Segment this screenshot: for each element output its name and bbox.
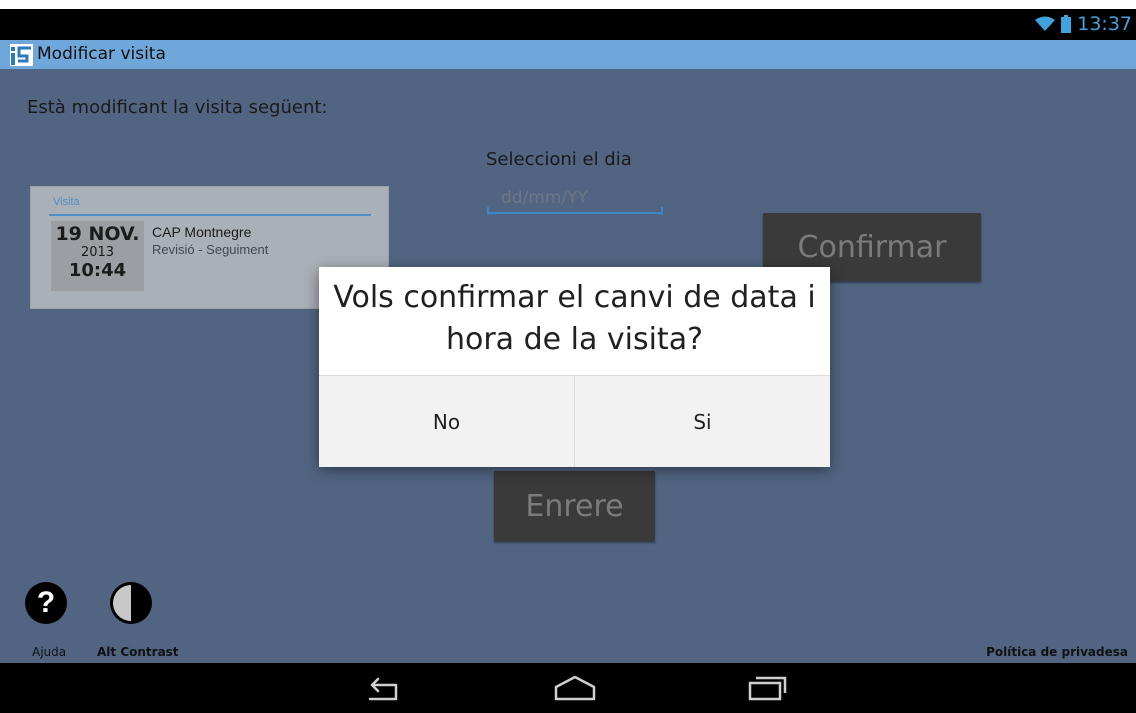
input-tick-right (661, 207, 663, 215)
app-logo-icon (10, 44, 33, 66)
intro-text: Està modificant la visita següent: (27, 97, 328, 118)
visit-time: 10:44 (68, 260, 127, 281)
visit-day: 19 NOV. (55, 223, 140, 245)
top-margin (0, 0, 1136, 9)
back-icon[interactable] (362, 673, 402, 708)
visit-year: 2013 (80, 245, 115, 260)
navigation-bar (0, 663, 1136, 713)
contrast-label[interactable]: Alt Contrast (97, 645, 179, 659)
help-icon[interactable]: ? (25, 582, 67, 624)
visit-divider (49, 214, 371, 216)
dialog-no-button[interactable]: No (319, 376, 574, 467)
app-title: Modificar visita (37, 44, 166, 64)
status-time: 13:37 (1077, 13, 1132, 35)
main-content: Està modificant la visita següent: Visit… (0, 69, 1136, 663)
dialog-buttons: No Si (319, 375, 830, 467)
visit-type: Revisió - Seguiment (152, 242, 269, 257)
dialog-yes-button[interactable]: Si (574, 376, 830, 467)
dialog-message: Vols confirmar el canvi de data i hora d… (333, 280, 816, 357)
status-bar: 13:37 (0, 9, 1136, 40)
back-button[interactable]: Enrere (494, 471, 655, 541)
confirm-dialog: Vols confirmar el canvi de data i hora d… (319, 267, 830, 467)
title-bar (0, 40, 1136, 69)
visit-date-box: 19 NOV. 2013 10:44 (51, 221, 144, 291)
recents-icon[interactable] (747, 673, 789, 708)
battery-icon (1061, 15, 1072, 33)
contrast-icon[interactable] (110, 582, 152, 624)
visit-place: CAP Montnegre (152, 224, 252, 240)
home-icon[interactable] (552, 673, 598, 708)
help-label[interactable]: Ajuda (32, 645, 66, 659)
select-day-label: Seleccioni el dia (486, 149, 632, 170)
wifi-icon (1035, 16, 1056, 32)
date-input[interactable] (487, 184, 663, 214)
input-tick-left (487, 207, 489, 215)
privacy-link[interactable]: Política de privadesa (986, 645, 1128, 659)
visit-label: Visita (53, 196, 80, 208)
